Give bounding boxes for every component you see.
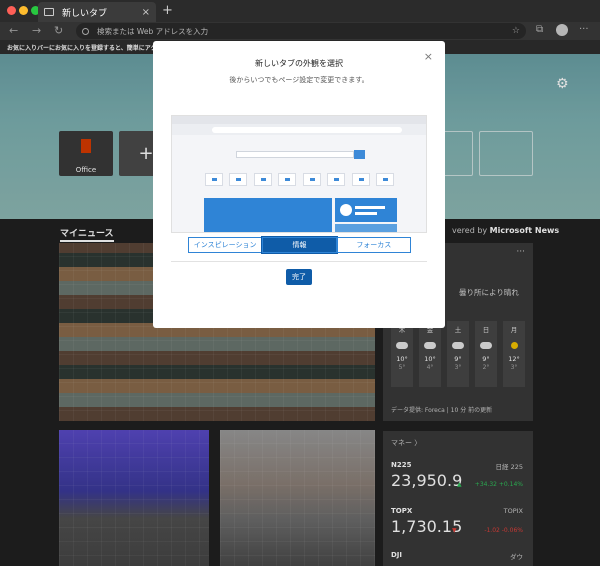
- dialog-subtitle: 後からいつでもページ設定で変更できます。: [229, 76, 369, 84]
- preview-side-card: [335, 224, 397, 232]
- option-inspirational[interactable]: インスピレーション: [188, 237, 263, 253]
- preview-tile: [376, 173, 394, 186]
- preview-tile: [205, 173, 223, 186]
- layout-options: インスピレーション 情報 フォーカス: [188, 236, 411, 254]
- layout-preview: [171, 115, 427, 233]
- preview-address-bar: [212, 127, 402, 133]
- preview-tile: [278, 173, 296, 186]
- preview-search-button: [354, 150, 365, 159]
- tab-close-icon[interactable]: ×: [142, 7, 150, 18]
- preview-tile: [352, 173, 370, 186]
- close-window-button[interactable]: [7, 6, 16, 15]
- preview-text-line: [355, 212, 377, 215]
- dialog-divider: [171, 261, 427, 262]
- dialog-title: 新しいタブの外観を選択: [255, 59, 343, 68]
- preview-avatar: [340, 204, 352, 216]
- minimize-window-button[interactable]: [19, 6, 28, 15]
- option-focused[interactable]: フォーカス: [336, 237, 411, 253]
- option-informational[interactable]: 情報: [261, 236, 338, 254]
- layout-picker-dialog: × 新しいタブの外観を選択 後からいつでもページ設定で変更できます。 インスピレ…: [153, 41, 445, 328]
- preview-text-line: [355, 206, 385, 209]
- preview-main-feed: [204, 198, 332, 232]
- tab-title: 新しいタブ: [62, 8, 108, 19]
- preview-tile: [229, 173, 247, 186]
- preview-tile: [303, 173, 321, 186]
- preview-search-box: [236, 151, 354, 158]
- new-tab-button[interactable]: +: [162, 3, 173, 18]
- title-bar: 新しいタブ × +: [0, 0, 600, 22]
- preview-tile: [327, 173, 345, 186]
- preview-tile: [254, 173, 272, 186]
- preview-tab-strip: [172, 116, 426, 124]
- tab-new-tab[interactable]: 新しいタブ ×: [38, 2, 156, 22]
- tab-page-icon: [44, 8, 54, 16]
- done-button[interactable]: 完了: [286, 269, 312, 285]
